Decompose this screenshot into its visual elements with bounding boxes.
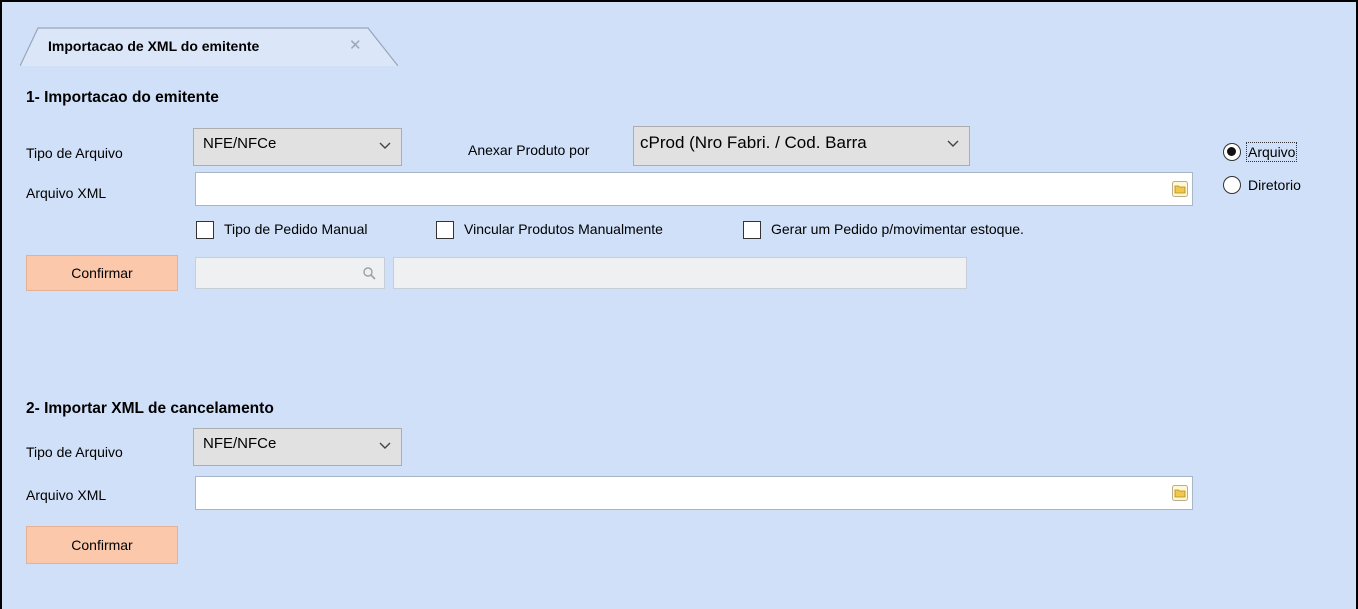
chevron-down-icon	[379, 142, 391, 149]
folder-icon[interactable]	[1172, 181, 1188, 197]
arquivo-xml-input-2[interactable]	[195, 476, 1193, 510]
chevron-down-icon	[379, 442, 391, 449]
pedido-lookup-field	[195, 257, 385, 289]
radio-selected-dot	[1227, 147, 1236, 156]
arquivo-xml-label: Arquivo XML	[26, 185, 107, 201]
tab-title: Importacao de XML do emitente	[48, 38, 260, 54]
tipo-arquivo-label-2: Tipo de Arquivo	[26, 444, 123, 460]
checkbox-vincular-produtos-label[interactable]: Vincular Produtos Manualmente	[464, 221, 663, 237]
tipo-arquivo-select[interactable]: NFE/NFCe	[193, 128, 402, 166]
anexar-produto-select[interactable]: cProd (Nro Fabri. / Cod. Barra	[633, 126, 970, 166]
chevron-down-icon	[947, 140, 959, 147]
arquivo-xml-input[interactable]	[195, 172, 1193, 206]
confirm-button-section2[interactable]: Confirmar	[26, 526, 178, 564]
tipo-arquivo-label: Tipo de Arquivo	[26, 145, 123, 161]
arquivo-xml-label-2: Arquivo XML	[26, 487, 107, 503]
tipo-arquivo-value: NFE/NFCe	[203, 135, 277, 152]
radio-diretorio-label[interactable]: Diretorio	[1248, 177, 1301, 193]
checkbox-gerar-pedido[interactable]	[743, 221, 761, 239]
checkbox-gerar-pedido-label[interactable]: Gerar um Pedido p/movimentar estoque.	[771, 221, 1024, 237]
section2-title: 2- Importar XML de cancelamento	[26, 400, 274, 417]
anexar-produto-label: Anexar Produto por	[468, 142, 590, 158]
pedido-description-field	[393, 257, 967, 289]
tipo-arquivo-value-2: NFE/NFCe	[203, 435, 277, 452]
import-window: Importacao de XML do emitente ✕ 1- Impor…	[0, 0, 1358, 609]
checkbox-tipo-pedido-manual[interactable]	[196, 221, 214, 239]
radio-arquivo[interactable]	[1223, 143, 1241, 161]
section1-title: 1- Importacao do emitente	[26, 89, 219, 106]
checkbox-vincular-produtos[interactable]	[436, 221, 454, 239]
tipo-arquivo-select-2[interactable]: NFE/NFCe	[193, 428, 402, 466]
confirm-button-section1[interactable]: Confirmar	[26, 255, 178, 291]
checkbox-tipo-pedido-manual-label[interactable]: Tipo de Pedido Manual	[224, 221, 367, 237]
folder-icon[interactable]	[1172, 485, 1188, 501]
radio-diretorio[interactable]	[1223, 176, 1241, 194]
close-icon[interactable]: ✕	[349, 36, 362, 54]
anexar-produto-value: cProd (Nro Fabri. / Cod. Barra	[640, 133, 867, 152]
search-icon	[363, 267, 376, 280]
radio-arquivo-label[interactable]: Arquivo	[1245, 142, 1298, 162]
